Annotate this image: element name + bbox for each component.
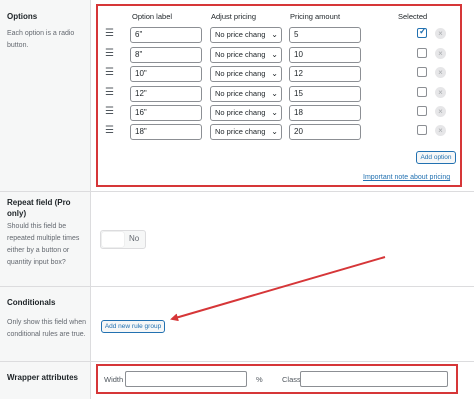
toggle-label: No <box>129 234 140 243</box>
options-title: Options <box>7 12 38 21</box>
conditionals-description: Only show this field when conditional ru… <box>7 319 86 338</box>
repeat-field-toggle[interactable]: No <box>100 230 146 249</box>
section-divider <box>0 191 474 192</box>
wrapper-attributes-title: Wrapper attributes <box>7 373 78 382</box>
repeat-field-title: Repeat field (Pro only) <box>7 198 71 218</box>
wrapper-highlight-box <box>96 364 458 394</box>
options-highlight-box <box>96 4 462 187</box>
conditionals-title: Conditionals <box>7 298 56 307</box>
section-divider <box>0 361 474 362</box>
section-divider <box>0 286 474 287</box>
repeat-field-description: Should this field be repeated multiple t… <box>7 223 80 266</box>
toggle-knob <box>102 232 124 247</box>
add-rule-group-button[interactable]: Add new rule group <box>101 320 165 333</box>
